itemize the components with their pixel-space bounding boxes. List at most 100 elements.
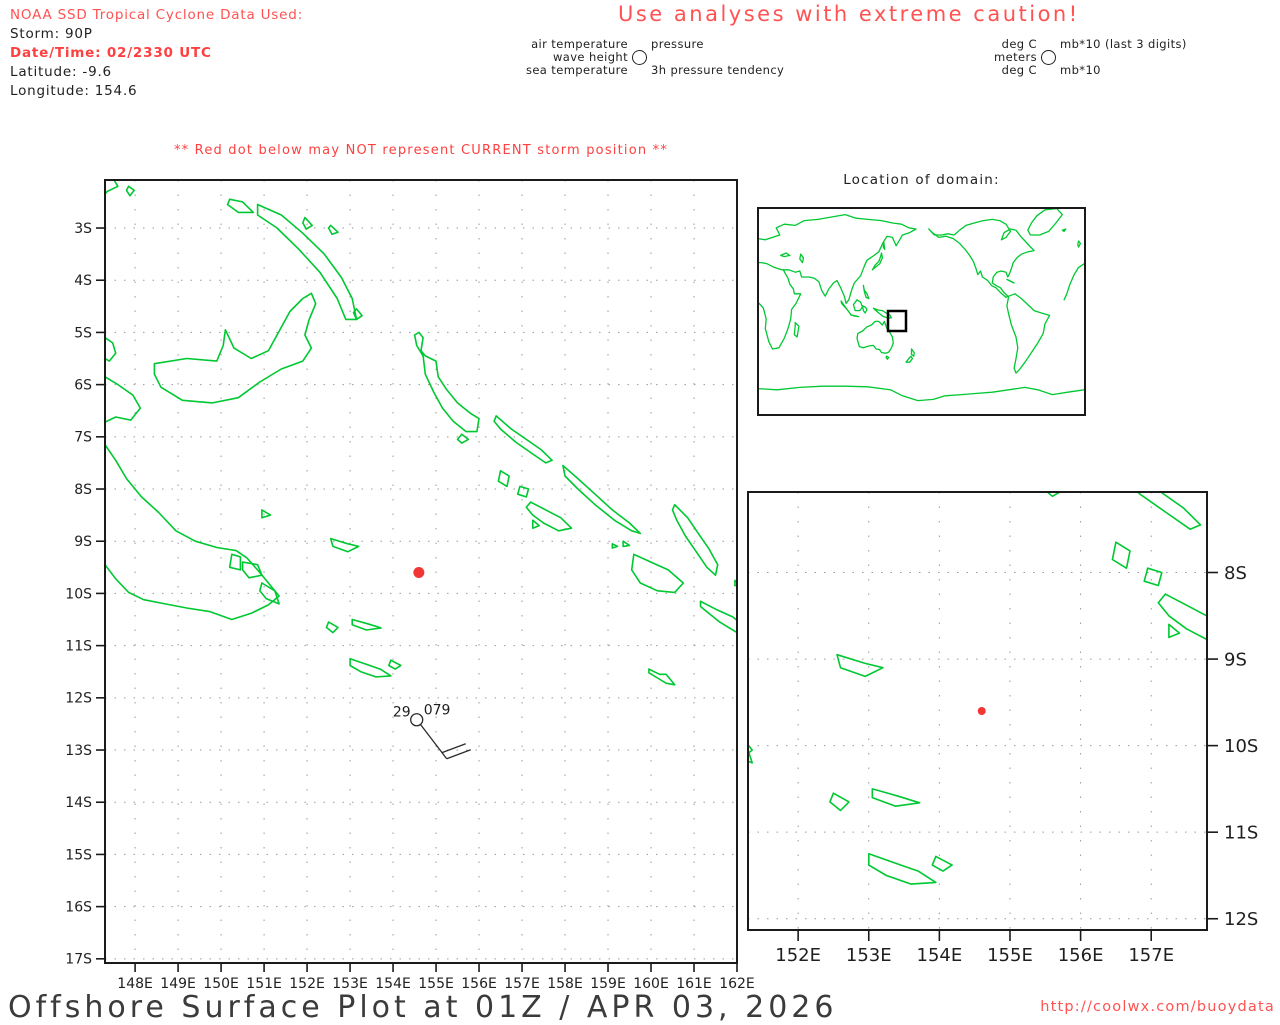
lat-tick-label: 7S — [74, 430, 92, 446]
storm-longitude-line: Longitude: 154.6 — [10, 83, 138, 99]
coastline-tabar — [301, 216, 314, 230]
coastline-new-hanover — [226, 198, 255, 214]
coastline-rennell — [648, 668, 676, 686]
coastline-feni — [874, 274, 888, 291]
coastline-new-britain — [548, 248, 813, 430]
coastline-fergusson — [241, 561, 263, 579]
lat-tick-label: 8S — [1224, 563, 1247, 584]
world-coastline-black-sea — [780, 252, 791, 258]
lon-tick-label: 155E — [987, 945, 1033, 966]
lon-tick-label: 152E — [775, 945, 821, 966]
lat-tick-label: 8S — [74, 482, 92, 498]
lon-tick-label: 156E — [1058, 945, 1104, 966]
world-coastline-new-zealand-north — [910, 348, 915, 357]
coastline-kolombangara — [516, 485, 530, 498]
world-coastline-africa-east — [758, 269, 802, 350]
legend-pressure-tendency-label: 3h pressure tendency — [651, 62, 785, 77]
lat-tick-label: 3S — [74, 221, 92, 237]
wind-barb-staff — [420, 724, 448, 760]
coastline-islet-nw — [502, 70, 515, 86]
legend-mb10-label: mb*10 — [1060, 62, 1101, 77]
coastline-new-ireland — [717, 101, 879, 292]
coastline-vella-lavella — [497, 469, 510, 488]
lat-tick-label: 12S — [1224, 909, 1258, 930]
world-coastline-philippines — [862, 284, 870, 300]
coastline-tagula — [349, 657, 392, 678]
lon-tick-label: 154E — [917, 945, 963, 966]
world-coastline-sulawesi — [861, 305, 868, 314]
world-coastline-north-america — [928, 218, 1035, 299]
storm-info-block: NOAA SSD Tropical Cyclone Data Used: Sto… — [10, 6, 303, 101]
legend-sea-temperature-label: sea temperature — [525, 62, 628, 77]
coastline-umboi — [466, 322, 484, 361]
coastline-misima-east — [351, 618, 382, 631]
lat-tick-label: 9S — [74, 534, 92, 550]
lat-tick-label: 17S — [65, 952, 92, 968]
coastline-choiseul — [1136, 492, 1202, 531]
coastline-bougainville — [413, 331, 480, 433]
source-url-link[interactable]: http://coolwx.com/buoydata — [1040, 999, 1275, 1015]
coastline-shortland — [456, 433, 470, 444]
coastline-lihir — [327, 224, 339, 236]
coastline-png-peninsula — [105, 443, 280, 621]
coastline-misima-west — [325, 621, 339, 634]
station-circle-icon — [410, 713, 424, 727]
coastline-shortland — [1046, 492, 1062, 498]
storm-position-dot — [413, 567, 425, 579]
legend-mb10-last3-label: mb*10 (last 3 digits) — [1060, 37, 1187, 51]
surface-station-plot: 29 079 — [393, 703, 471, 760]
legend-air-temperature-label: air temperature — [531, 37, 628, 51]
offshore-surface-plot-page: { "header": { "source_line": "NOAA SSD T… — [0, 0, 1280, 1025]
coastline-normanby — [258, 582, 280, 605]
station-circle-icon — [1041, 49, 1056, 65]
coastline-huon-peninsula — [466, 386, 524, 461]
domain-location-box — [886, 309, 908, 333]
coastline-rendova — [531, 519, 541, 530]
coastline-vella-lavella — [1111, 541, 1131, 570]
coastline-misima-west — [829, 792, 850, 812]
lat-tick-label: 11S — [65, 639, 92, 655]
coastline-umboi — [105, 336, 117, 362]
coastline-choiseul — [493, 415, 553, 464]
world-coastline-new-zealand-south — [905, 355, 914, 363]
lat-tick-label: 13S — [65, 743, 92, 759]
world-coastline-borneo — [852, 299, 864, 312]
world-coastline-west-africa — [1063, 263, 1085, 301]
world-inset-title: Location of domain: — [843, 172, 1000, 188]
lat-tick-label: 10S — [65, 586, 92, 602]
lon-tick-label: 153E — [846, 945, 892, 966]
coastline-santa-isabel — [1218, 534, 1280, 647]
wind-barb-2 — [441, 743, 466, 754]
world-coastline-java — [849, 314, 860, 318]
world-coastline-tasmania — [885, 355, 890, 360]
lat-tick-label: 4S — [74, 273, 92, 289]
coastline-woodlark — [836, 653, 884, 678]
storm-latitude-line: Latitude: -9.6 — [10, 64, 112, 80]
station-legend-units: deg C meters deg C mb*10 (last 3 digits)… — [985, 38, 1187, 76]
legend-meters-label: meters — [994, 49, 1037, 64]
coastline-png-peninsula — [748, 743, 754, 755]
coastline-woodlark — [329, 537, 360, 553]
world-coastline-caspian-sea — [799, 253, 805, 264]
lat-tick-label: 12S — [65, 691, 92, 707]
world-map-area — [758, 208, 1085, 402]
legend-wave-height-label: wave height — [552, 49, 628, 64]
station-circle-icon — [632, 49, 647, 65]
coastline-islet-nw — [125, 185, 135, 197]
coastline-new-britain — [153, 292, 317, 404]
world-coastline-south-america — [1006, 293, 1051, 374]
storm-position-warning: ** Red dot below may NOT represent CURRE… — [173, 143, 669, 158]
world-coastline-britain — [1077, 240, 1082, 248]
caution-headline: Use analyses with extreme caution! — [618, 2, 1080, 26]
lat-tick-label: 11S — [1224, 822, 1258, 843]
world-coastline-iceland — [1061, 228, 1067, 233]
coastline-feni — [352, 308, 363, 321]
lat-tick-label: 16S — [65, 900, 92, 916]
inset-map-border — [747, 491, 1208, 931]
world-coastline-greenland — [1027, 208, 1063, 236]
lat-tick-label: 9S — [1224, 649, 1247, 670]
coastline-misima-east — [871, 788, 921, 808]
plot-title: Offshore Surface Plot at 01Z / APR 03, 2… — [8, 990, 838, 1025]
coastline-malaita — [671, 503, 719, 577]
coastline-fergusson — [692, 694, 724, 720]
